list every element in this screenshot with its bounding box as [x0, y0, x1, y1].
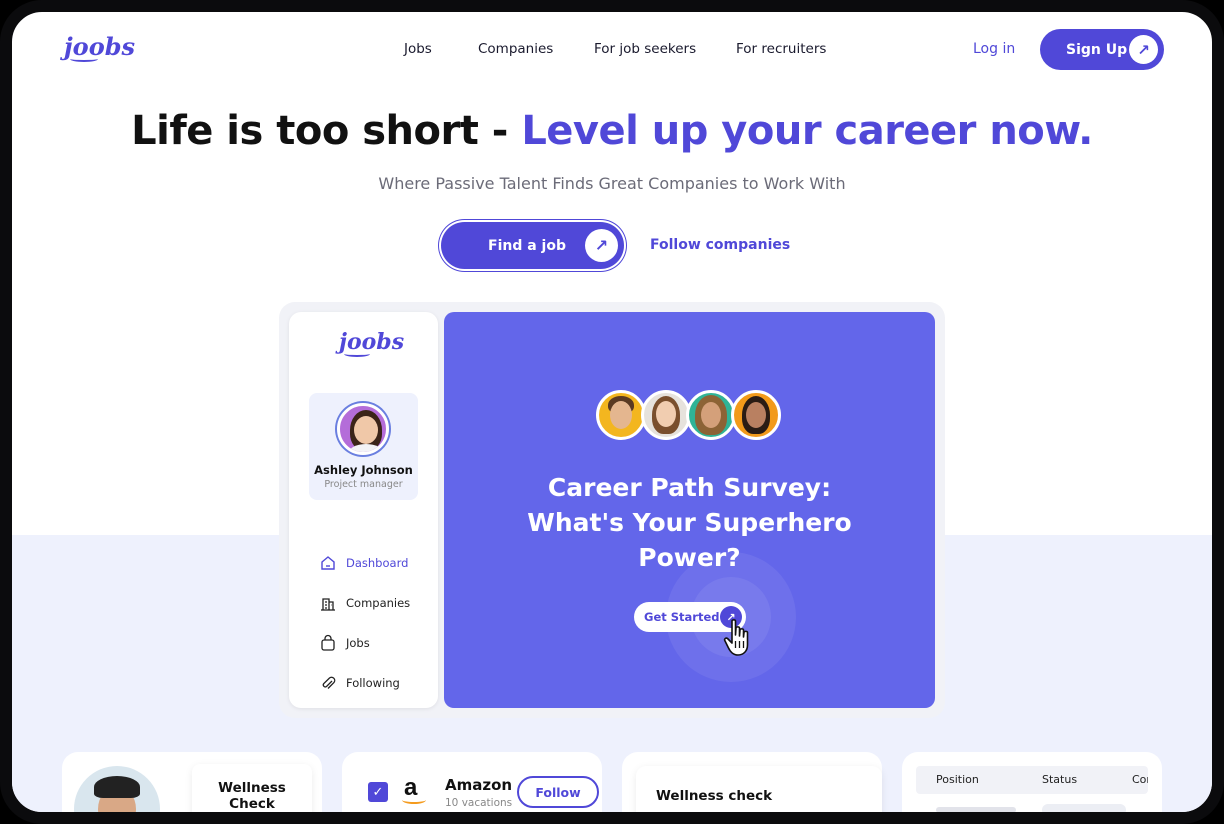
find-job-button[interactable]: Find a job ↗ — [441, 222, 624, 269]
profile-card[interactable]: Ashley Johnson Project manager — [309, 393, 418, 500]
table-header-company[interactable]: Cor — [1132, 773, 1148, 786]
wellness-label-box: Wellness Check — [192, 764, 312, 812]
avatar — [731, 390, 781, 440]
wellness-label-line: Wellness — [218, 780, 286, 796]
find-job-label: Find a job — [488, 237, 566, 254]
wellness-label: Wellness Check — [192, 780, 312, 812]
wellness-check-card[interactable]: Wellness check — [622, 752, 882, 812]
survey-title-line: What's Your Superhero — [527, 508, 852, 537]
follow-button[interactable]: Follow — [517, 776, 599, 808]
arrow-up-right-icon: ↗ — [1129, 35, 1158, 64]
checkbox-checked[interactable]: ✓ — [368, 782, 388, 802]
wellness-check-panel: Wellness check — [636, 766, 882, 812]
nav-link-recruiters[interactable]: For recruiters — [736, 41, 826, 57]
sidebar-item-label: Jobs — [346, 636, 370, 650]
avatar — [596, 390, 646, 440]
avatar — [686, 390, 736, 440]
nav-link-job-seekers[interactable]: For job seekers — [594, 41, 696, 57]
table-header: Position Status Cor — [916, 766, 1148, 794]
avatar — [641, 390, 691, 440]
company-card[interactable]: ✓ a Amazon 10 vacations Follow — [342, 752, 602, 812]
survey-title-line: Career Path Survey: — [547, 473, 832, 502]
sidebar-item-label: Following — [346, 676, 400, 690]
amazon-smile — [402, 796, 426, 804]
logo-swoosh — [70, 56, 98, 62]
sidebar-item-label: Companies — [346, 596, 411, 610]
hero-subtitle: Where Passive Talent Finds Great Compani… — [378, 174, 846, 193]
survey-title-line: Power? — [638, 543, 741, 572]
sidebar-item-jobs[interactable]: Jobs — [319, 633, 370, 653]
paperclip-icon — [322, 676, 336, 689]
follow-companies-link[interactable]: Follow companies — [650, 237, 790, 253]
profile-role: Project manager — [324, 479, 403, 490]
wellness-label-line: Check — [229, 796, 275, 812]
signup-label: Sign Up — [1066, 41, 1128, 58]
survey-panel: Career Path Survey: What's Your Superher… — [444, 312, 935, 708]
profile-name: Ashley Johnson — [314, 463, 413, 477]
hero-title-accent: Level up your career now. — [521, 108, 1093, 154]
pointer-hand-icon — [723, 619, 749, 656]
home-icon — [321, 556, 335, 570]
applications-table-card: Position Status Cor — [902, 752, 1162, 812]
signup-button[interactable]: Sign Up ↗ — [1040, 29, 1164, 70]
avatar — [337, 403, 389, 455]
table-row — [916, 804, 1148, 812]
sidebar-item-label: Dashboard — [346, 556, 409, 570]
company-name: Amazon — [445, 776, 513, 794]
table-header-status[interactable]: Status — [1042, 773, 1077, 786]
hero-title-plain: Life is too short - — [131, 108, 522, 154]
browser-frame: joobs Jobs Companies For job seekers For… — [0, 0, 1224, 824]
get-started-label: Get Started — [644, 610, 720, 624]
sidebar-item-following[interactable]: Following — [319, 673, 400, 693]
arrow-up-right-icon: ↗ — [585, 229, 618, 262]
wellness-card[interactable]: Wellness Check — [62, 752, 322, 812]
wellness-check-label: Wellness check — [656, 788, 773, 804]
login-link[interactable]: Log in — [973, 41, 1015, 57]
logo-swoosh — [344, 351, 370, 357]
hero-title: Life is too short - Level up your career… — [12, 108, 1212, 154]
building-icon — [321, 598, 335, 611]
sidebar-item-companies[interactable]: Companies — [319, 593, 410, 613]
company-vacancies: 10 vacations — [445, 797, 513, 809]
amazon-logo: a — [400, 774, 430, 806]
sidebar-logo: joobs — [339, 329, 404, 357]
sidebar-item-dashboard[interactable]: Dashboard — [319, 553, 408, 573]
site-logo[interactable]: joobs — [64, 32, 135, 62]
nav-link-jobs[interactable]: Jobs — [404, 41, 432, 57]
avatar — [74, 766, 160, 812]
table-header-position[interactable]: Position — [936, 773, 979, 786]
survey-title: Career Path Survey: What's Your Superher… — [444, 470, 935, 575]
preview-sidebar: joobs Ashley Johnson Project manager Das… — [289, 312, 438, 708]
nav-link-companies[interactable]: Companies — [478, 41, 553, 57]
bag-icon — [321, 634, 335, 651]
